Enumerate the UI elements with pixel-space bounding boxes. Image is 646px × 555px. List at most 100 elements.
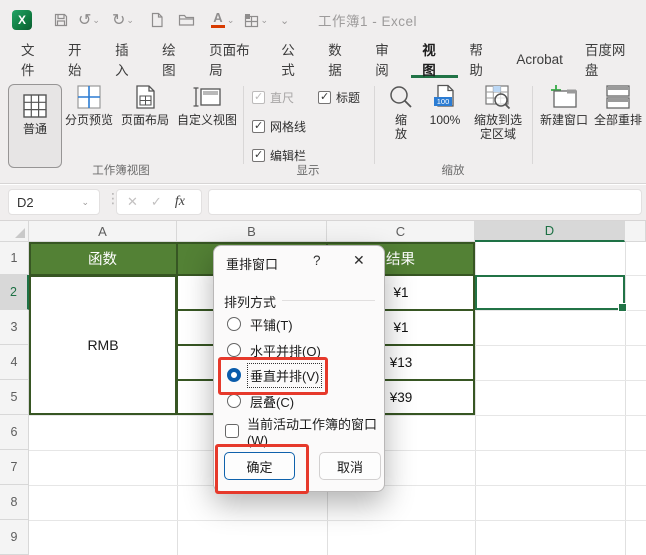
confirm-entry-icon[interactable]: ✓ <box>151 194 162 210</box>
select-all-corner[interactable] <box>0 221 29 242</box>
new-window-label: 新建窗口 <box>539 113 588 127</box>
row-header-8[interactable]: 8 <box>0 485 29 520</box>
row-header-7[interactable]: 7 <box>0 450 29 485</box>
font-color-dropdown-icon[interactable]: ⌄ <box>227 15 235 26</box>
tab-view[interactable]: 视图 <box>411 40 458 78</box>
zoom-100-icon: 100 <box>434 84 454 107</box>
zoom-100-button[interactable]: 100 100% <box>423 84 467 127</box>
cancel-button[interactable]: 取消 <box>319 452 381 480</box>
tab-review[interactable]: 审阅 <box>364 40 411 78</box>
formula-controls: ✕ ✓ fx <box>116 189 202 215</box>
tab-help[interactable]: 帮助 <box>458 40 505 78</box>
page-break-preview-label: 分页预览 <box>64 113 113 127</box>
qat-more-commands-icon[interactable]: ⌄ <box>280 0 289 40</box>
borders-icon[interactable] <box>244 0 259 40</box>
save-icon[interactable] <box>44 0 78 40</box>
zoom-label: 缩放 <box>394 113 407 141</box>
ribbon-tab-bar: 文件 开始 插入 绘图 页面布局 公式 数据 审阅 视图 帮助 Acrobat … <box>0 40 646 78</box>
row-header-9[interactable]: 9 <box>0 520 29 555</box>
row-header-3[interactable]: 3 <box>0 310 29 345</box>
radio-cascade-icon <box>227 394 241 408</box>
active-workbook-checkbox-icon <box>225 424 239 438</box>
undo-dropdown-icon[interactable]: ⌄ <box>92 15 100 26</box>
gridlines-checkbox-icon <box>252 119 265 133</box>
cancel-entry-icon[interactable]: ✕ <box>127 194 138 210</box>
column-header-D[interactable]: D <box>475 221 625 242</box>
custom-views-label: 自定义视图 <box>176 113 237 127</box>
fill-handle[interactable] <box>618 303 627 312</box>
radio-vertical-label: 垂直并排(V) <box>246 362 323 388</box>
radio-cascade[interactable]: 层叠(C) <box>227 391 294 411</box>
zoom-to-selection-button[interactable]: 缩放到选定区域 <box>469 84 527 141</box>
radio-cascade-label: 层叠(C) <box>250 394 295 410</box>
dialog-help-icon[interactable]: ? <box>313 253 321 268</box>
arrange-all-icon <box>606 85 630 109</box>
zoom-to-selection-icon <box>485 85 511 110</box>
font-color-icon[interactable]: A <box>210 0 226 40</box>
radio-horizontal-label: 水平并排(O) <box>250 343 321 359</box>
workbook-views-group-label: 工作簿视图 <box>92 165 150 177</box>
tab-data[interactable]: 数据 <box>317 40 364 78</box>
column-header-E-partial[interactable] <box>625 221 646 242</box>
page-break-preview-button[interactable]: 分页预览 <box>64 84 114 127</box>
new-window-icon <box>551 85 577 108</box>
tab-acrobat[interactable]: Acrobat <box>505 40 574 78</box>
name-box[interactable]: D2 ⌄ <box>8 189 100 215</box>
tab-file[interactable]: 文件 <box>10 40 57 78</box>
name-box-value: D2 <box>17 194 34 210</box>
active-workbook-label: 当前活动工作簿的窗口(W) <box>247 417 378 448</box>
column-header-B[interactable]: B <box>177 221 327 242</box>
tab-home[interactable]: 开始 <box>57 40 104 78</box>
row-header-2[interactable]: 2 <box>0 275 29 310</box>
zoom-to-selection-label: 缩放到选定区域 <box>473 113 522 141</box>
column-header-C[interactable]: C <box>327 221 475 242</box>
cell-A1[interactable]: 函数 <box>29 242 177 275</box>
tab-insert[interactable]: 插入 <box>104 40 151 78</box>
normal-view-icon <box>23 94 47 118</box>
new-file-icon[interactable] <box>142 0 172 40</box>
redo-dropdown-icon[interactable]: ⌄ <box>126 15 134 26</box>
row-header-5[interactable]: 5 <box>0 380 29 415</box>
active-workbook-checkbox[interactable]: 当前活动工作簿的窗口(W) <box>225 417 384 448</box>
normal-view-button[interactable]: 普通 <box>8 84 62 168</box>
radio-vertical[interactable]: 垂直并排(V) <box>227 362 323 388</box>
zoom-group-label: 缩放 <box>441 165 465 177</box>
ok-button[interactable]: 确定 <box>224 452 295 480</box>
row-header-1[interactable]: 1 <box>0 242 29 275</box>
page-layout-view-label: 页面布局 <box>120 113 169 127</box>
arrange-all-button[interactable]: 全部重排 <box>592 84 644 127</box>
column-header-A[interactable]: A <box>29 221 177 242</box>
new-window-button[interactable]: 新建窗口 <box>537 84 591 127</box>
tab-formulas[interactable]: 公式 <box>270 40 317 78</box>
formula-bar-row: D2 ⌄ ✕ ✓ fx <box>0 185 646 221</box>
radio-horizontal-icon <box>227 343 241 357</box>
gridlines-checkbox[interactable]: 网格线 <box>252 118 306 135</box>
tab-page-layout[interactable]: 页面布局 <box>198 40 270 78</box>
arrange-windows-dialog: 重排窗口 ? ✕ 排列方式 平铺(T) 水平并排(O) 垂直并排(V) 层叠(C… <box>213 245 385 494</box>
row-header-6[interactable]: 6 <box>0 415 29 450</box>
tab-baidu-netdisk[interactable]: 百度网盘 <box>574 40 646 78</box>
open-folder-icon[interactable] <box>172 0 202 40</box>
cell-A2-A5-merged[interactable]: RMB <box>29 275 177 415</box>
headings-checkbox[interactable]: 标题 <box>318 89 360 106</box>
dialog-close-icon[interactable]: ✕ <box>353 252 365 269</box>
row-header-4[interactable]: 4 <box>0 345 29 380</box>
tab-draw[interactable]: 绘图 <box>151 40 198 78</box>
redo-icon[interactable]: ↻ <box>112 0 125 40</box>
radio-horizontal[interactable]: 水平并排(O) <box>227 340 321 360</box>
borders-dropdown-icon[interactable]: ⌄ <box>260 15 268 26</box>
page-layout-view-button[interactable]: 页面布局 <box>116 84 174 127</box>
undo-icon[interactable]: ↺ <box>78 0 91 40</box>
radio-tiled[interactable]: 平铺(T) <box>227 314 293 334</box>
radio-tiled-label: 平铺(T) <box>250 317 293 333</box>
custom-views-icon <box>193 87 221 107</box>
group-divider <box>282 300 375 301</box>
formula-input[interactable] <box>208 189 642 215</box>
insert-function-icon[interactable]: fx <box>175 194 185 210</box>
zoom-button[interactable]: 缩放 <box>381 84 421 141</box>
ruler-checkbox-icon <box>252 90 265 104</box>
name-box-dropdown-icon[interactable]: ⌄ <box>81 197 89 208</box>
selected-cell-D2[interactable] <box>475 275 627 312</box>
excel-logo-icon <box>12 10 32 30</box>
custom-views-button[interactable]: 自定义视图 <box>176 84 238 127</box>
